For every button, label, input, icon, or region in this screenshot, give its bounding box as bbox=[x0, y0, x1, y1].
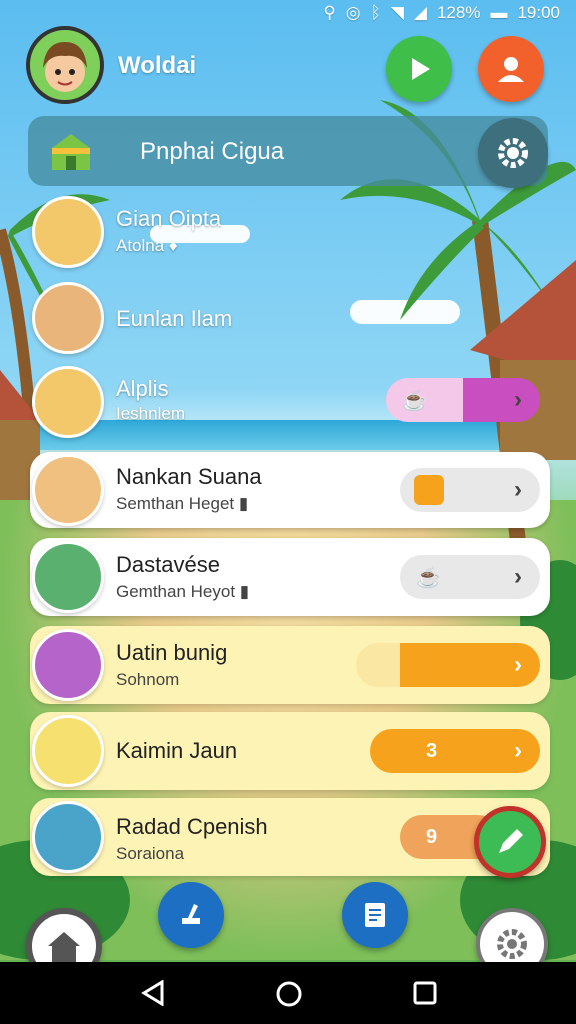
chevron-right-icon: › bbox=[514, 386, 522, 413]
battery-percent: 128% bbox=[436, 3, 481, 22]
mug-icon: ☕ bbox=[402, 389, 427, 412]
list-item-name: Alplis bbox=[116, 376, 169, 401]
pencil-icon bbox=[499, 829, 523, 853]
avatar bbox=[32, 196, 104, 268]
username: Woldai bbox=[118, 52, 197, 79]
play-button[interactable] bbox=[386, 36, 452, 102]
avatar bbox=[32, 541, 104, 613]
list-item-sub: Soraiona bbox=[116, 844, 185, 863]
settings-button[interactable] bbox=[478, 118, 548, 188]
compose-button[interactable] bbox=[474, 806, 546, 878]
list-item[interactable]: Dastavése Gemthan Heyot ▮ ☕ › bbox=[30, 538, 550, 616]
home-icon bbox=[48, 932, 80, 962]
list-item-sub: Ieshnlem bbox=[116, 404, 185, 423]
action-pill[interactable]: › bbox=[400, 468, 540, 512]
system-navigation-bar bbox=[0, 962, 576, 1024]
avatar bbox=[32, 366, 104, 438]
gear-icon bbox=[497, 929, 527, 959]
action-pill[interactable]: ☕ › bbox=[400, 555, 540, 599]
battery-icon: ▬ bbox=[490, 3, 508, 22]
count-badge: 9 bbox=[426, 825, 438, 848]
notes-button[interactable] bbox=[342, 882, 408, 948]
avatar bbox=[32, 282, 104, 354]
list-item-name: Dastavése bbox=[116, 552, 220, 577]
brush-button[interactable] bbox=[158, 882, 224, 948]
recents-button[interactable] bbox=[412, 980, 438, 1011]
chevron-right-icon: › bbox=[514, 476, 522, 503]
list-item-name: Gian Oipta bbox=[116, 206, 222, 231]
avatar bbox=[32, 454, 104, 526]
usb-icon: ⚲ bbox=[323, 3, 336, 22]
action-pill[interactable]: › bbox=[356, 643, 540, 687]
list-item-name: Radad Cpenish bbox=[116, 814, 268, 839]
recents-icon bbox=[413, 981, 437, 1005]
play-icon bbox=[412, 58, 430, 80]
status-bar: ⚲ ◎ ᛒ ◥ ◢ 128% ▬ 19:00 bbox=[0, 0, 576, 28]
avatar bbox=[32, 801, 104, 873]
mug-icon: ☕ bbox=[416, 566, 441, 589]
wifi-icon: ◥ bbox=[390, 3, 404, 22]
list-item-name: Eunlan Ilam bbox=[116, 306, 233, 331]
home-system-button[interactable] bbox=[275, 980, 303, 1013]
banner[interactable]: Pnphai Cigua bbox=[28, 116, 548, 186]
person-icon bbox=[498, 57, 524, 82]
notes-icon bbox=[365, 903, 385, 927]
circle-home-icon bbox=[276, 981, 302, 1007]
list-item-sub: Atolna ♦ bbox=[116, 236, 178, 255]
action-pill[interactable]: 3 › bbox=[370, 729, 540, 773]
back-icon bbox=[141, 979, 164, 1007]
brush-icon bbox=[182, 904, 200, 924]
gear-icon bbox=[498, 138, 528, 168]
list-item[interactable]: Radad Cpenish Soraiona 9 bbox=[30, 798, 550, 876]
alarm-icon: ◎ bbox=[345, 3, 361, 22]
list-item[interactable]: Nankan Suana Semthan Heget ▮ › bbox=[30, 452, 550, 528]
chevron-right-icon: › bbox=[514, 651, 522, 678]
banner-title: Pnphai Cigua bbox=[140, 138, 285, 165]
list-item[interactable]: Eunlan Ilam bbox=[30, 280, 550, 356]
list-item[interactable]: Alplis Ieshnlem ☕ › bbox=[30, 364, 550, 442]
clock: 19:00 bbox=[517, 3, 560, 22]
list-item[interactable]: Kaimin Jaun 3 › bbox=[30, 712, 550, 790]
home-folder-icon bbox=[52, 134, 90, 170]
list-item-sub: Sohnom bbox=[116, 670, 180, 689]
user-avatar[interactable] bbox=[26, 26, 104, 104]
chevron-right-icon: › bbox=[514, 563, 522, 590]
avatar bbox=[32, 629, 104, 701]
list-item-name: Nankan Suana bbox=[116, 464, 262, 489]
action-pill[interactable]: ☕ › bbox=[386, 378, 540, 422]
bluetooth-icon: ᛒ bbox=[370, 3, 381, 22]
list-item[interactable]: Gian Oipta Atolna ♦ bbox=[30, 194, 550, 270]
count-badge: 3 bbox=[426, 739, 438, 762]
chevron-right-icon: › bbox=[514, 737, 522, 764]
list-item-sub: Gemthan Heyot ▮ bbox=[116, 582, 250, 601]
profile-button[interactable] bbox=[478, 36, 544, 102]
avatar bbox=[32, 715, 104, 787]
list-item-name: Uatin bunig bbox=[116, 640, 228, 665]
tag-icon bbox=[414, 475, 444, 505]
back-button[interactable] bbox=[140, 979, 166, 1011]
signal-icon: ◢ bbox=[413, 3, 427, 22]
list-item-sub: Semthan Heget ▮ bbox=[116, 494, 249, 513]
list-item-name: Kaimin Jaun bbox=[116, 738, 238, 763]
list-item[interactable]: Uatin bunig Sohnom › bbox=[30, 626, 550, 704]
